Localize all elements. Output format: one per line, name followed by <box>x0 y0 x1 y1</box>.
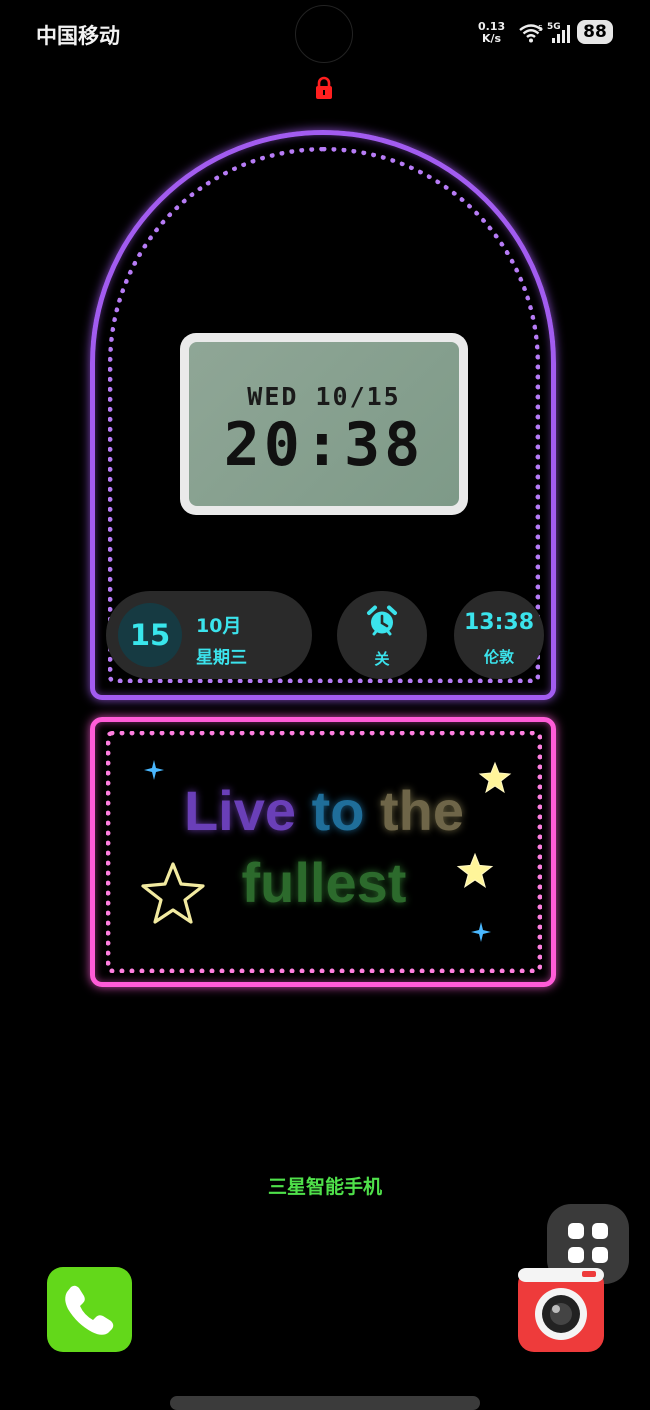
battery-icon: 88 <box>577 20 613 44</box>
wifi-icon: 5 <box>519 24 543 43</box>
lcd-screen: WED 10/15 20:38 <box>189 342 459 506</box>
clock-time: 20:38 <box>223 410 425 480</box>
quote-word-to: to <box>311 779 365 842</box>
alarm-status: 关 <box>374 650 390 668</box>
network-type: 5G <box>547 22 561 32</box>
month-label: 10月 <box>196 615 242 637</box>
status-bar: 中国移动 0.13 K/s 5 5G 88 <box>0 0 650 70</box>
sparkle-star-icon <box>144 760 164 780</box>
glowing-star-icon <box>478 761 512 794</box>
quote-word-the: the <box>380 779 465 842</box>
quote-line-1: Live to the <box>106 775 542 847</box>
phone-icon <box>65 1285 114 1335</box>
date-widget[interactable]: 15 10月 星期三 <box>106 591 312 679</box>
network-speed-unit: K/s <box>482 32 502 45</box>
sparkle-star-icon <box>471 922 491 942</box>
phone-app[interactable] <box>47 1267 132 1352</box>
world-clock-time: 13:38 <box>463 610 535 635</box>
lock-icon <box>316 76 332 99</box>
world-clock-city: 伦敦 <box>483 648 514 666</box>
weekday-label: 星期三 <box>196 648 247 668</box>
clock-date: WED 10/15 <box>247 382 401 411</box>
front-camera-cutout <box>295 5 353 63</box>
wifi-badge: 5 <box>538 24 543 33</box>
day-number: 15 <box>118 603 182 667</box>
camera-icon <box>518 1268 604 1340</box>
network-speed: 0.13 K/s <box>478 21 505 45</box>
quote-word-live: Live <box>183 779 297 842</box>
alarm-widget[interactable]: 关 <box>337 591 427 679</box>
world-clock-widget[interactable]: 13:38 伦敦 <box>454 591 544 679</box>
carrier-name: 中国移动 <box>36 24 120 48</box>
signal-icon: 5G <box>547 22 570 43</box>
digital-clock-widget[interactable]: WED 10/15 20:38 <box>180 333 468 515</box>
alarm-clock-icon <box>367 605 397 636</box>
outline-star-icon <box>141 862 205 924</box>
glowing-star-icon <box>456 852 494 888</box>
brand-text: 三星智能手机 <box>267 1176 382 1198</box>
camera-app[interactable] <box>518 1268 604 1352</box>
